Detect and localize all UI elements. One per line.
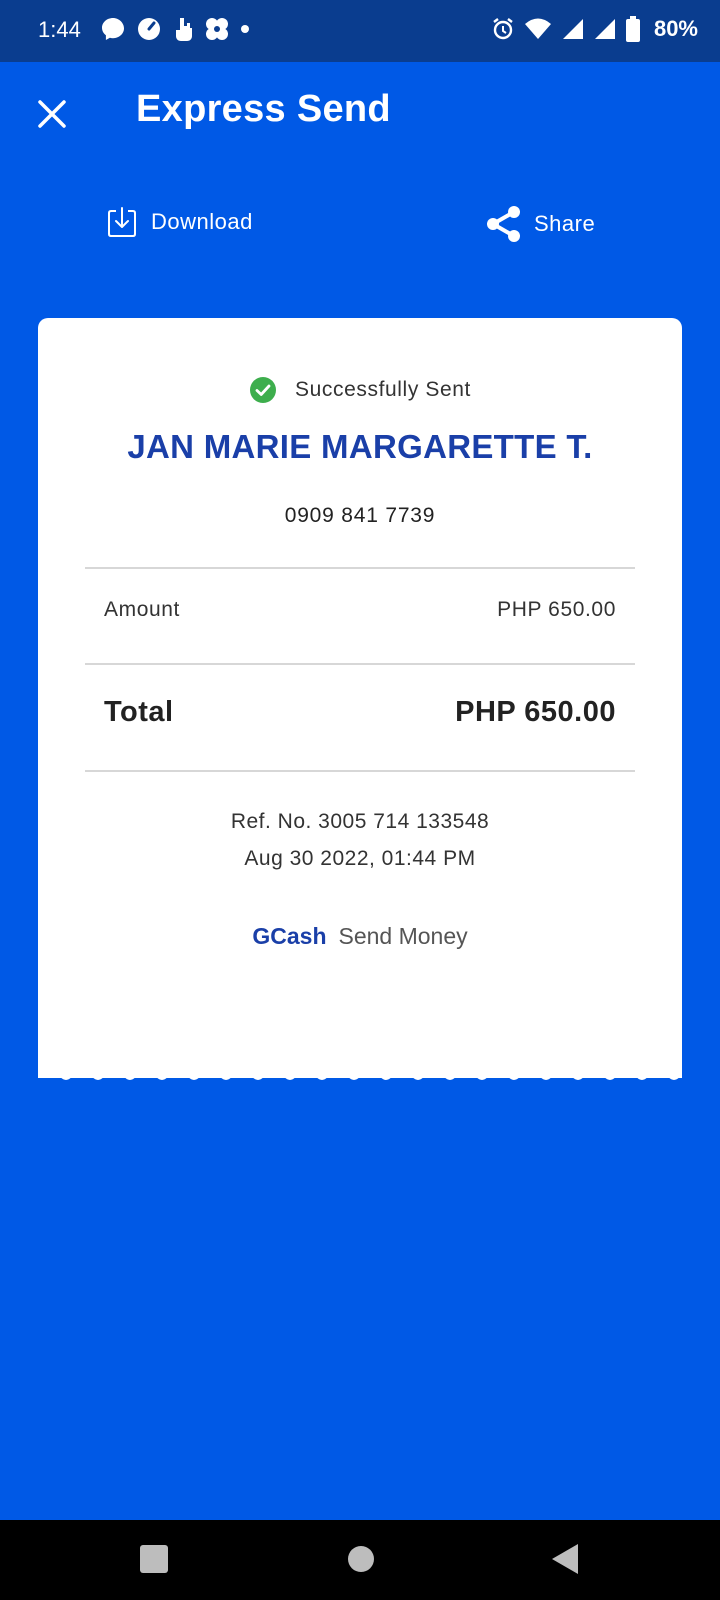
recipient-phone: 0909 841 7739	[284, 504, 436, 527]
check-circle-icon	[250, 377, 277, 403]
success-status: Successfully Sent	[38, 376, 682, 404]
status-time: 1:44	[38, 17, 81, 42]
notification-dot-icon	[241, 25, 249, 33]
close-button[interactable]	[34, 96, 70, 132]
success-text: Successfully Sent	[295, 378, 471, 401]
receipt-card: Successfully Sent JAN MARIE MARGARETTE T…	[38, 318, 682, 1080]
amount-row: Amount PHP 650.00	[104, 598, 616, 622]
home-button[interactable]	[346, 1542, 376, 1581]
signal-icon	[562, 19, 583, 39]
transaction-datetime: Aug 30 2022, 01:44 PM	[244, 847, 476, 870]
app-header: Express Send	[0, 62, 720, 162]
share-label: Share	[534, 211, 596, 236]
total-label: Total	[104, 696, 174, 728]
page-title: Express Send	[136, 88, 391, 130]
amount-label: Amount	[104, 598, 180, 621]
speedometer-icon	[138, 18, 160, 40]
square-icon	[140, 1545, 168, 1573]
signal-icon	[594, 19, 615, 39]
status-notification-icons	[100, 16, 250, 42]
recent-apps-button[interactable]	[139, 1542, 169, 1581]
download-button[interactable]: Download	[107, 206, 253, 238]
status-bar: 1:44 80%	[0, 0, 720, 62]
amount-value: PHP 650.00	[497, 598, 616, 621]
divider	[85, 663, 635, 665]
back-button[interactable]	[548, 1542, 582, 1581]
share-button[interactable]: Share	[484, 204, 595, 244]
battery-percentage: 80%	[653, 16, 698, 41]
receipt-torn-edge	[38, 1062, 682, 1080]
reference-number: Ref. No. 3005 714 133548	[230, 810, 490, 833]
gcash-logo-text: GCash	[252, 923, 327, 949]
brand-footer: GCash Send Money	[38, 923, 682, 950]
divider	[85, 770, 635, 772]
service-name: Send Money	[338, 923, 468, 949]
system-navigation-bar	[0, 1520, 720, 1600]
close-icon	[38, 100, 66, 128]
wifi-icon	[524, 18, 551, 39]
download-icon	[107, 206, 137, 238]
total-row: Total PHP 650.00	[104, 696, 616, 729]
battery-icon	[625, 16, 640, 42]
circle-icon	[348, 1546, 374, 1572]
total-value: PHP 650.00	[455, 696, 616, 728]
messenger-icon	[102, 18, 124, 40]
divider	[85, 567, 635, 569]
download-label: Download	[151, 209, 253, 234]
back-triangle-icon	[552, 1544, 578, 1574]
status-system-icons: 80%	[492, 16, 698, 42]
share-icon	[484, 204, 524, 244]
gesture-icon	[176, 18, 192, 41]
alarm-icon	[493, 18, 513, 40]
pinwheel-icon	[206, 18, 228, 40]
recipient-name: JAN MARIE MARGARETTE T.	[127, 428, 593, 465]
